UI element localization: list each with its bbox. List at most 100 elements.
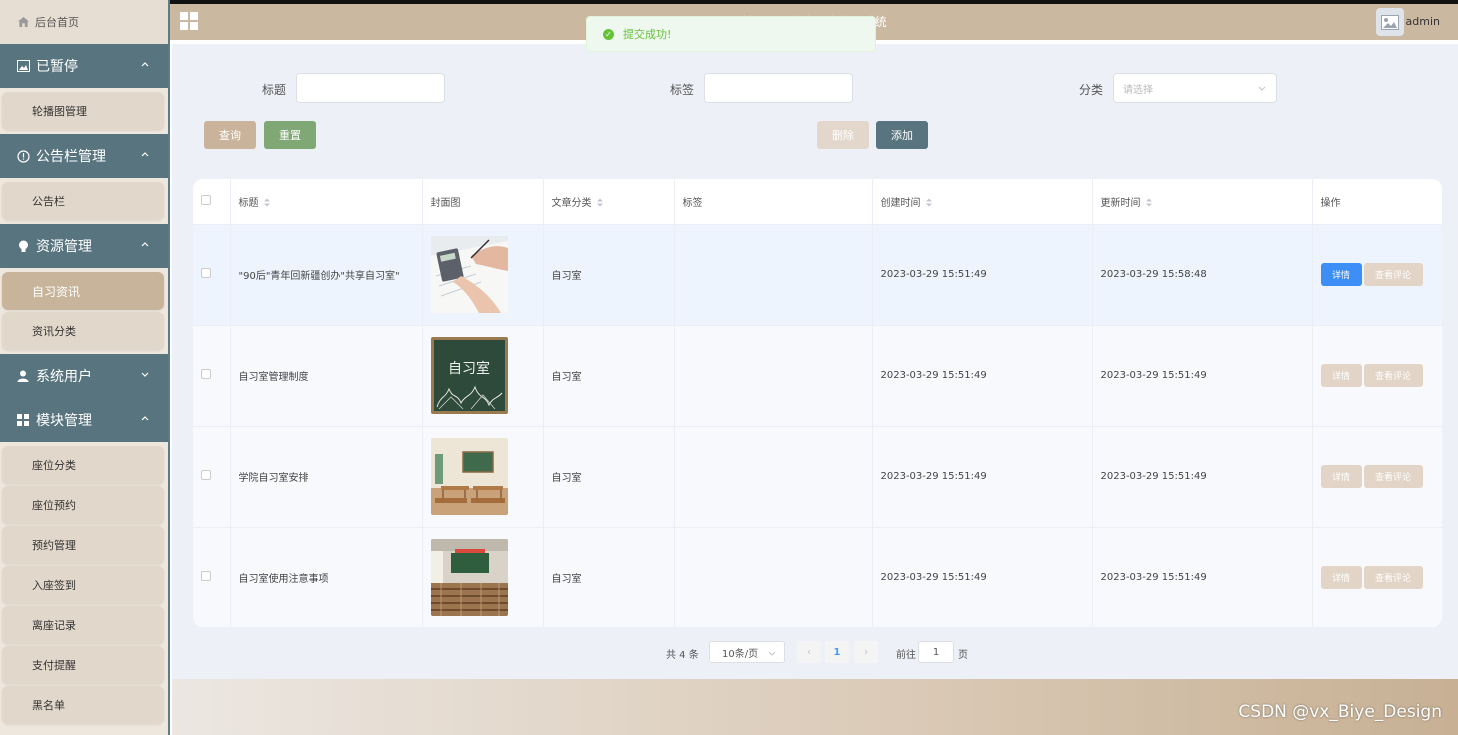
- cell-tag: [674, 325, 873, 427]
- cell-created: 2023-03-29 15:51:49: [872, 527, 1093, 627]
- sidebar-item-payment-reminder[interactable]: 支付提醒: [2, 646, 164, 684]
- tag-filter-label: 标签: [670, 83, 695, 97]
- column-header-title[interactable]: 标题: [230, 179, 423, 225]
- sidebar-group-label: 系统用户: [36, 369, 92, 385]
- chevron-down-icon: [141, 372, 149, 377]
- reset-button[interactable]: 重置: [264, 121, 316, 149]
- search-button[interactable]: 查询: [204, 121, 256, 149]
- cell-tag: [674, 426, 873, 528]
- column-header-label: 创建时间: [880, 197, 921, 209]
- cell-actions: 详情 查看评论: [1312, 224, 1442, 326]
- view-comments-button[interactable]: 查看评论: [1363, 465, 1423, 488]
- sidebar-item-carousel[interactable]: 轮播图管理: [2, 92, 164, 130]
- column-header-label: 标题: [238, 197, 259, 209]
- page-unit-label: 页: [958, 650, 968, 661]
- add-button[interactable]: 添加: [876, 121, 928, 149]
- cell-updated: 2023-03-29 15:58:48: [1092, 224, 1313, 326]
- view-comments-button[interactable]: 查看评论: [1363, 263, 1423, 286]
- sidebar-item-label: 预约管理: [32, 539, 76, 552]
- sidebar-item-label: 公告栏: [32, 195, 65, 208]
- avatar[interactable]: [1376, 8, 1404, 36]
- sidebar-home-link[interactable]: 后台首页: [0, 0, 168, 44]
- cell-title: 自习室管理制度: [230, 325, 423, 427]
- grid-icon: [16, 413, 30, 427]
- detail-button[interactable]: 详情: [1320, 263, 1362, 286]
- prev-page-button[interactable]: ‹: [797, 641, 821, 663]
- row-checkbox[interactable]: [201, 369, 211, 379]
- page-size-select[interactable]: 10条/页: [709, 641, 785, 663]
- page-number-button[interactable]: 1: [825, 641, 849, 663]
- next-page-button[interactable]: ›: [854, 641, 878, 663]
- cell-tag: [674, 224, 873, 326]
- sidebar-group-resources[interactable]: 资源管理: [0, 224, 168, 268]
- row-checkbox[interactable]: [201, 268, 211, 278]
- sort-icon[interactable]: [596, 198, 603, 207]
- table-row[interactable]: 学院自习室安排 自习室 2023-03-29 15:51:49 2023-03-…: [193, 426, 1442, 528]
- sidebar-item-label: 轮播图管理: [32, 105, 87, 118]
- sort-icon[interactable]: [263, 198, 270, 207]
- select-all-checkbox[interactable]: [201, 194, 211, 205]
- column-header-updated[interactable]: 更新时间: [1092, 179, 1313, 225]
- tag-filter-input[interactable]: [704, 73, 853, 103]
- sidebar-group-carousel[interactable]: 已暂停: [0, 44, 168, 88]
- cover-image: [430, 539, 508, 616]
- cell-title: 自习室使用注意事项: [230, 527, 423, 627]
- sidebar-group-notice[interactable]: 公告栏管理: [0, 134, 168, 178]
- sidebar-group-label: 模块管理: [36, 413, 92, 429]
- detail-button[interactable]: 详情: [1320, 566, 1362, 589]
- image-placeholder-icon: [1381, 14, 1399, 30]
- title-filter-input[interactable]: [296, 73, 445, 103]
- table-row[interactable]: 自习室管理制度 自习室 自习室 2023-03-29 15:51:49 2023…: [193, 325, 1442, 427]
- cell-category: 自习室: [543, 426, 675, 528]
- table-row[interactable]: 自习室使用注意事项 自习室 2023-03-29 15:51:49 2023-0…: [193, 527, 1442, 627]
- cell-created: 2023-03-29 15:51:49: [872, 426, 1093, 528]
- sidebar-item-label: 自习资讯: [32, 284, 81, 299]
- sidebar: 后台首页 已暂停 轮播图管理 公告栏管理 公告栏 资源管理 自习资讯 资讯分类 …: [0, 0, 170, 735]
- chevron-down-icon: [768, 651, 776, 656]
- view-comments-button[interactable]: 查看评论: [1363, 566, 1423, 589]
- sidebar-item-booking-management[interactable]: 预约管理: [2, 526, 164, 564]
- username-label[interactable]: admin: [1406, 15, 1440, 28]
- cell-created: 2023-03-29 15:51:49: [872, 224, 1093, 326]
- table-row[interactable]: "90后"青年回新疆创办"共享自习室" 自习室 2023-03-29 15:51…: [193, 224, 1442, 326]
- pagination: 共 4 条 10条/页 ‹ 1 › 前往 1 页: [172, 641, 1458, 663]
- detail-button[interactable]: 详情: [1320, 364, 1362, 387]
- column-header-category[interactable]: 文章分类: [543, 179, 675, 225]
- row-checkbox[interactable]: [201, 470, 211, 480]
- goto-page-input[interactable]: 1: [918, 641, 954, 663]
- chevron-up-icon: [141, 152, 149, 157]
- page-size-value: 10条/页: [722, 648, 759, 660]
- lightbulb-icon: [16, 239, 30, 253]
- sidebar-item-check-in[interactable]: 入座签到: [2, 566, 164, 604]
- chevron-down-icon: [1258, 86, 1266, 91]
- category-select[interactable]: 请选择: [1113, 73, 1277, 103]
- delete-button[interactable]: 删除: [817, 121, 869, 149]
- sidebar-item-study-news[interactable]: 自习资讯: [2, 272, 164, 310]
- column-header-cover: 封面图: [422, 179, 544, 225]
- home-icon: [18, 17, 29, 27]
- cell-updated: 2023-03-29 15:51:49: [1092, 325, 1313, 427]
- view-comments-button[interactable]: 查看评论: [1363, 364, 1423, 387]
- sidebar-group-users[interactable]: 系统用户: [0, 354, 168, 398]
- chalkboard-text: 自习室: [448, 360, 490, 377]
- sidebar-item-seat-booking[interactable]: 座位预约: [2, 486, 164, 524]
- sidebar-group-modules[interactable]: 模块管理: [0, 398, 168, 442]
- sidebar-item-leave-records[interactable]: 离座记录: [2, 606, 164, 644]
- sort-icon[interactable]: [925, 198, 932, 207]
- sort-icon[interactable]: [1145, 198, 1152, 207]
- sidebar-item-news-category[interactable]: 资讯分类: [2, 312, 164, 350]
- sidebar-item-blacklist[interactable]: 黑名单: [2, 686, 164, 724]
- sidebar-item-seat-category[interactable]: 座位分类: [2, 446, 164, 484]
- detail-button[interactable]: 详情: [1320, 465, 1362, 488]
- success-toast: ✓ 提交成功!: [586, 16, 876, 52]
- sidebar-group-label: 已暂停: [36, 59, 78, 75]
- column-header-created[interactable]: 创建时间: [872, 179, 1093, 225]
- column-header-label: 文章分类: [551, 197, 592, 209]
- column-header-label: 更新时间: [1100, 197, 1141, 209]
- cover-image: 自习室: [430, 337, 508, 414]
- data-table: 标题 封面图 文章分类 标签 创建时间 更新时间 操作 "90后"青年回新疆创办…: [193, 179, 1442, 627]
- pagination-total: 共 4 条: [666, 650, 699, 661]
- sidebar-item-notice[interactable]: 公告栏: [2, 182, 164, 220]
- row-checkbox[interactable]: [201, 571, 211, 581]
- select-all-cell[interactable]: [193, 179, 231, 225]
